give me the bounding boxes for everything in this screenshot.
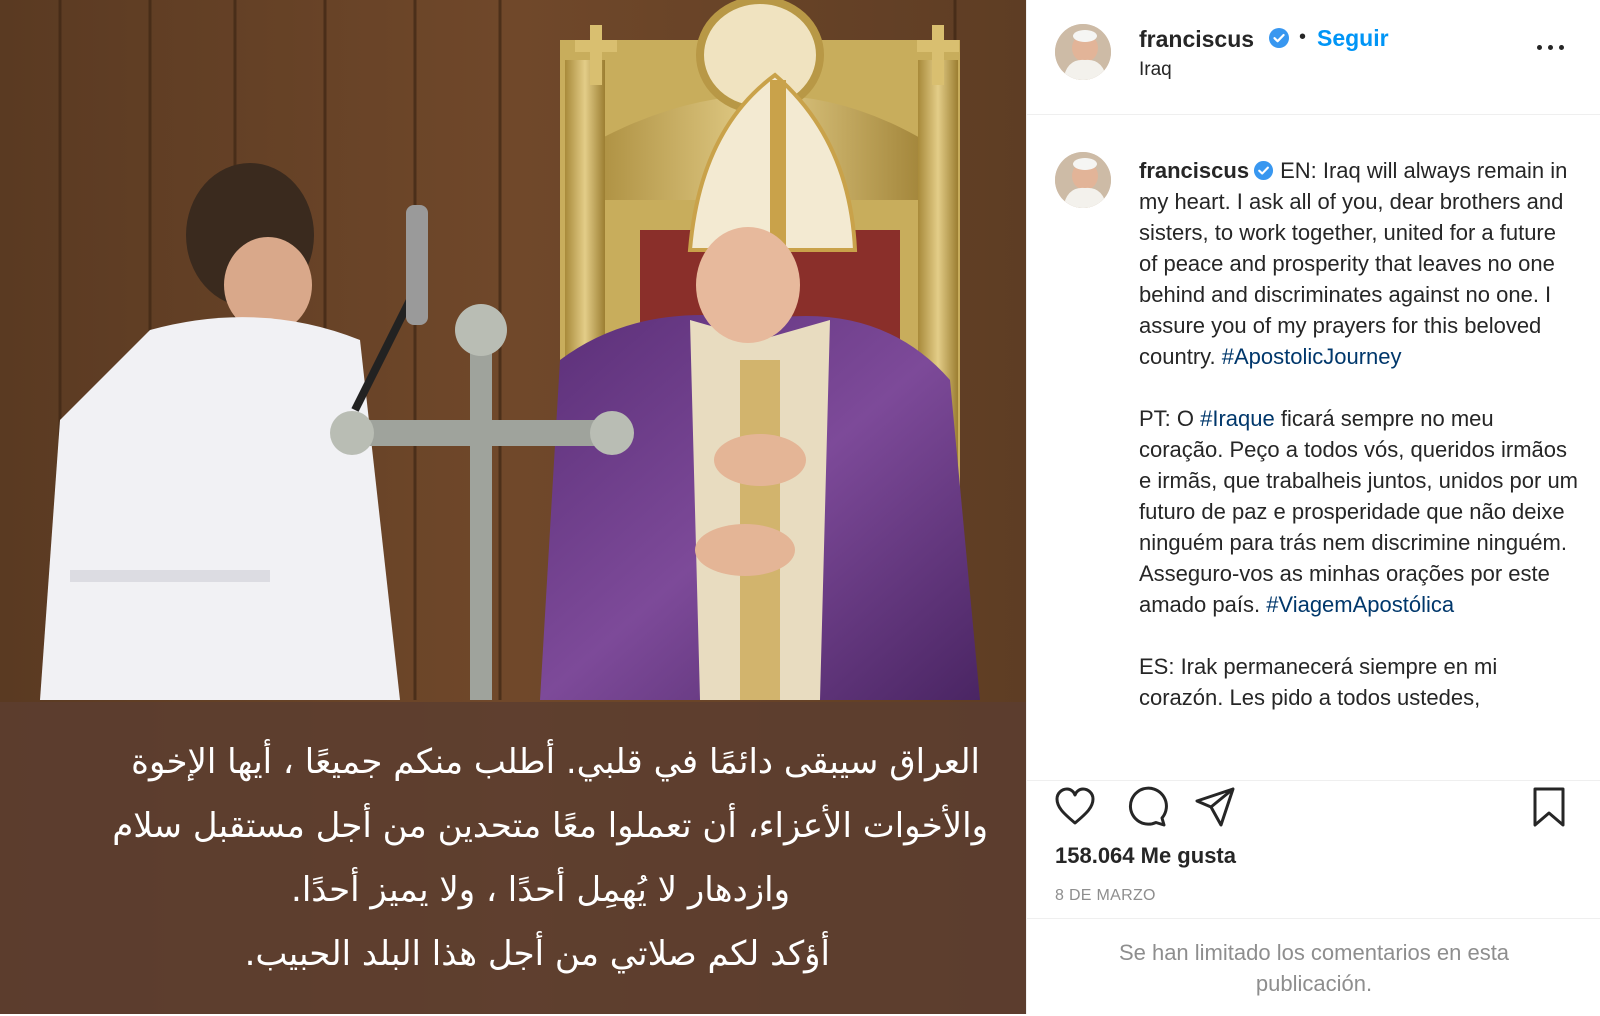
post-caption: franciscus EN: Iraq will always remain in… <box>1139 155 1579 744</box>
avatar[interactable] <box>1055 24 1111 80</box>
avatar[interactable] <box>1055 152 1111 208</box>
caption-pt: PT: O #Iraque ficará sempre no meu coraç… <box>1139 403 1579 620</box>
caption-username-link[interactable]: franciscus <box>1139 158 1249 183</box>
post-panel: franciscus • Seguir Iraq franciscus EN: I… <box>1026 0 1600 1014</box>
hashtag-link[interactable]: #ViagemApostólica <box>1266 592 1454 617</box>
post-header: franciscus • Seguir Iraq <box>1027 0 1600 115</box>
hashtag-link[interactable]: #ApostolicJourney <box>1222 344 1402 369</box>
hashtag-link[interactable]: #Iraque <box>1200 406 1275 431</box>
post-media[interactable]: العراق سيبقى دائمًا في قلبي. أطلب منكم ج… <box>0 0 1026 1014</box>
more-options-icon[interactable] <box>1535 40 1567 56</box>
likes-count[interactable]: 158.064 Me gusta <box>1055 843 1236 869</box>
comments-section[interactable]: franciscus EN: Iraq will always remain in… <box>1027 115 1600 780</box>
caption-line: والأخوات الأعزاء، أن تعملوا معًا متحدين … <box>112 806 988 846</box>
separator-dot: • <box>1299 26 1307 48</box>
caption-en-text: EN: Iraq will always remain in my heart.… <box>1139 158 1568 369</box>
post-actions: 158.064 Me gusta 8 DE MARZO Se han limit… <box>1027 780 1600 1015</box>
post-date[interactable]: 8 DE MARZO <box>1055 887 1156 905</box>
comments-limited-text: Se han limitado los comentarios en esta … <box>1118 940 1510 996</box>
follow-button[interactable]: Seguir <box>1317 25 1389 52</box>
arabic-caption: العراق سيبقى دائمًا في قلبي. أطلب منكم ج… <box>20 730 988 986</box>
share-icon[interactable] <box>1193 785 1237 829</box>
location-link[interactable]: Iraq <box>1139 59 1172 81</box>
heart-icon[interactable] <box>1053 785 1097 829</box>
caption-es: ES: Irak permanecerá siempre en mi coraz… <box>1139 654 1498 710</box>
username-link[interactable]: franciscus <box>1139 26 1254 53</box>
caption-line: أؤكد لكم صلاتي من أجل هذا البلد الحبيب. <box>244 934 830 974</box>
verified-badge-icon <box>1254 160 1274 181</box>
caption-en: franciscus EN: Iraq will always remain in… <box>1139 155 1579 372</box>
caption-pt-text: ficará sempre no meu coração. Peço a tod… <box>1139 406 1579 617</box>
bookmark-icon[interactable] <box>1527 785 1571 829</box>
caption-line: وازدهار لا يُهمِل أحدًا ، ولا يميز أحدًا… <box>291 870 790 910</box>
verified-badge-icon <box>1269 28 1289 48</box>
comments-limited-notice: Se han limitado los comentarios en esta … <box>1027 918 1600 1016</box>
caption-pt-prefix: PT: O <box>1139 406 1201 431</box>
caption-line: العراق سيبقى دائمًا في قلبي. أطلب منكم ج… <box>131 742 980 782</box>
comment-icon[interactable] <box>1125 785 1169 829</box>
